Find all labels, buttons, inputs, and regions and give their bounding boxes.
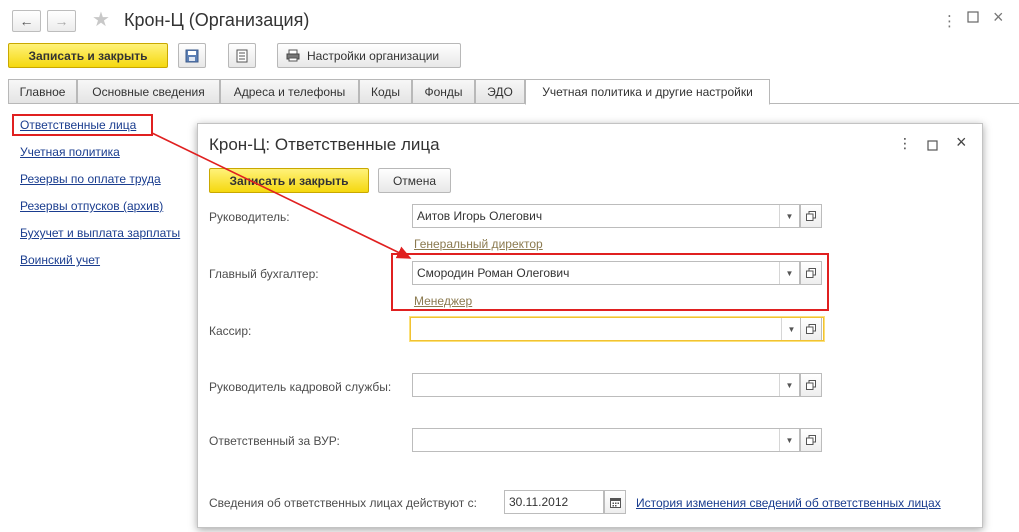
- hr-head-field[interactable]: ▼: [412, 373, 800, 397]
- dialog-title: Крон-Ц: Ответственные лица: [209, 135, 440, 154]
- vur-label: Ответственный за ВУР:: [209, 434, 340, 448]
- more-vertical-icon[interactable]: ⋮: [942, 12, 957, 30]
- arrow-right-icon: →: [54, 13, 69, 29]
- sidebar-item-vacation-reserves[interactable]: Резервы отпусков (архив): [20, 199, 163, 213]
- highlight-box-chief-accountant: [391, 253, 829, 311]
- save-icon: [185, 49, 199, 62]
- history-link[interactable]: История изменения сведений об ответствен…: [636, 496, 941, 510]
- sidebar-item-salary-reserves[interactable]: Резервы по оплате труда: [20, 172, 161, 186]
- window-title: Крон-Ц (Организация): [124, 10, 310, 30]
- forward-button[interactable]: →: [47, 10, 76, 32]
- effective-date-field[interactable]: 30.11.2012: [504, 490, 604, 514]
- close-icon[interactable]: ×: [993, 7, 1004, 28]
- dialog-save-and-close-button[interactable]: Записать и закрыть: [209, 168, 369, 193]
- open-icon: [806, 435, 816, 445]
- hr-head-label: Руководитель кадровой службы:: [209, 380, 392, 394]
- head-value: Аитов Игорь Олегович: [417, 209, 543, 223]
- arrow-left-icon: ←: [19, 13, 34, 29]
- tab-basic-info[interactable]: Основные сведения: [77, 79, 220, 104]
- back-button[interactable]: ←: [12, 10, 41, 32]
- organization-settings-button[interactable]: Настройки организации: [277, 43, 461, 68]
- calendar-icon: [609, 497, 621, 508]
- responsible-persons-dialog: Крон-Ц: Ответственные лица ⋮ × Записать …: [197, 123, 983, 528]
- vur-open-button[interactable]: [800, 428, 822, 452]
- tab-main[interactable]: Главное: [8, 79, 77, 104]
- open-icon: [806, 211, 816, 221]
- dropdown-icon[interactable]: ▼: [779, 374, 799, 396]
- maximize-icon[interactable]: [967, 10, 979, 27]
- head-open-button[interactable]: [800, 204, 822, 228]
- head-position-link[interactable]: Генеральный директор: [414, 237, 543, 251]
- cashier-open-button[interactable]: [800, 318, 822, 340]
- tab-codes[interactable]: Коды: [359, 79, 412, 104]
- hr-head-open-button[interactable]: [800, 373, 822, 397]
- dialog-more-vertical-icon[interactable]: ⋮: [898, 135, 912, 152]
- document-list-button[interactable]: [228, 43, 256, 68]
- sidebar-item-accounting-policy[interactable]: Учетная политика: [20, 145, 120, 159]
- dropdown-icon[interactable]: ▼: [779, 429, 799, 451]
- calendar-button[interactable]: [604, 490, 626, 514]
- save-and-close-button[interactable]: Записать и закрыть: [8, 43, 168, 68]
- tab-addresses-phones[interactable]: Адреса и телефоны: [220, 79, 359, 104]
- dropdown-icon[interactable]: ▼: [781, 318, 801, 340]
- list-icon: [236, 49, 248, 62]
- printer-icon: [286, 49, 300, 62]
- tab-funds[interactable]: Фонды: [412, 79, 475, 104]
- favorite-star-icon[interactable]: ★: [92, 9, 110, 31]
- highlight-box-sidebar: [12, 114, 153, 136]
- save-button[interactable]: [178, 43, 206, 68]
- cashier-label: Кассир:: [209, 324, 252, 338]
- open-icon: [806, 324, 816, 334]
- effective-date-label: Сведения об ответственных лицах действую…: [209, 496, 477, 510]
- dialog-close-icon[interactable]: ×: [956, 132, 967, 153]
- head-label: Руководитель:: [209, 210, 290, 224]
- dropdown-icon[interactable]: ▼: [779, 205, 799, 227]
- dialog-cancel-button[interactable]: Отмена: [378, 168, 451, 193]
- head-field[interactable]: Аитов Игорь Олегович ▼: [412, 204, 800, 228]
- sidebar-item-military-registration[interactable]: Воинский учет: [20, 253, 100, 267]
- effective-date-value: 30.11.2012: [509, 495, 569, 509]
- organization-settings-label: Настройки организации: [307, 48, 440, 63]
- sidebar-item-payroll-accounting[interactable]: Бухучет и выплата зарплаты: [20, 226, 180, 240]
- dialog-maximize-icon[interactable]: [927, 138, 938, 154]
- tab-edo[interactable]: ЭДО: [475, 79, 525, 104]
- open-icon: [806, 380, 816, 390]
- vur-field[interactable]: ▼: [412, 428, 800, 452]
- tab-accounting-policy[interactable]: Учетная политика и другие настройки: [525, 79, 770, 105]
- cashier-field[interactable]: ▼: [410, 317, 824, 341]
- chief-accountant-label: Главный бухгалтер:: [209, 267, 319, 281]
